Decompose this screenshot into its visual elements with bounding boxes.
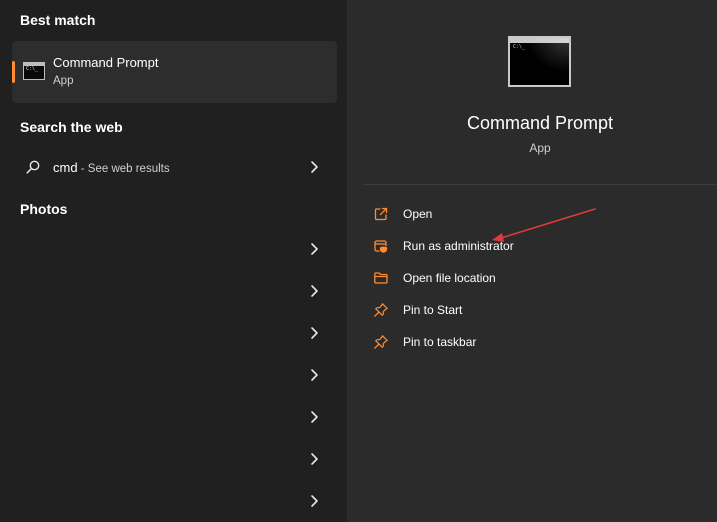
app-details-panel: C:\_ Command Prompt App Open Run as admi… <box>347 0 717 522</box>
action-label: Open <box>403 207 433 221</box>
photo-result-row[interactable] <box>12 314 337 352</box>
divider <box>363 184 717 185</box>
photo-result-row[interactable] <box>12 482 337 520</box>
action-open-file-location[interactable]: Open file location <box>371 264 701 292</box>
chevron-right-icon[interactable] <box>309 160 319 174</box>
photos-heading: Photos <box>20 201 68 217</box>
chevron-right-icon[interactable] <box>309 494 319 508</box>
open-external-icon <box>374 207 388 221</box>
web-search-query: cmd <box>53 160 78 175</box>
action-label: Run as administrator <box>403 239 514 253</box>
chevron-right-icon[interactable] <box>309 326 319 340</box>
photo-result-row[interactable] <box>12 272 337 310</box>
search-icon <box>26 160 40 174</box>
action-open[interactable]: Open <box>371 200 701 228</box>
action-label: Pin to Start <box>403 303 463 317</box>
search-the-web-heading: Search the web <box>20 119 123 135</box>
action-pin-to-taskbar[interactable]: Pin to taskbar <box>371 328 701 356</box>
chevron-right-icon[interactable] <box>309 452 319 466</box>
best-match-command-prompt[interactable]: C:\_ Command Prompt App <box>12 41 337 103</box>
folder-icon <box>374 272 388 284</box>
photo-result-row[interactable] <box>12 230 337 268</box>
chevron-right-icon[interactable] <box>309 284 319 298</box>
start-search-window: Best match C:\_ Command Prompt App Searc… <box>0 0 717 522</box>
best-match-heading: Best match <box>20 12 96 28</box>
photo-result-row[interactable] <box>12 356 337 394</box>
photo-result-row[interactable] <box>12 440 337 478</box>
best-match-title: Command Prompt <box>53 55 159 70</box>
pin-icon <box>374 303 388 317</box>
web-search-result[interactable]: cmd - See web results <box>12 148 337 186</box>
web-search-text: cmd - See web results <box>53 159 170 177</box>
action-label: Open file location <box>403 271 496 285</box>
app-type: App <box>529 141 551 155</box>
selection-accent-bar <box>12 61 15 83</box>
app-title: Command Prompt <box>466 113 614 133</box>
chevron-right-icon[interactable] <box>309 368 319 382</box>
chevron-right-icon[interactable] <box>309 410 319 424</box>
search-results-panel: Best match C:\_ Command Prompt App Searc… <box>0 0 347 522</box>
action-label: Pin to taskbar <box>403 335 477 349</box>
web-search-suffix: - See web results <box>77 163 170 175</box>
pin-icon <box>374 335 388 349</box>
action-run-as-administrator[interactable]: Run as administrator <box>371 232 701 260</box>
command-prompt-icon: C:\_ <box>23 62 45 80</box>
command-prompt-icon: C:\_ <box>508 36 571 87</box>
photo-result-row[interactable] <box>12 398 337 436</box>
best-match-subtitle: App <box>53 75 74 87</box>
chevron-right-icon[interactable] <box>309 242 319 256</box>
action-pin-to-start[interactable]: Pin to Start <box>371 296 701 324</box>
admin-shield-icon <box>374 240 388 254</box>
